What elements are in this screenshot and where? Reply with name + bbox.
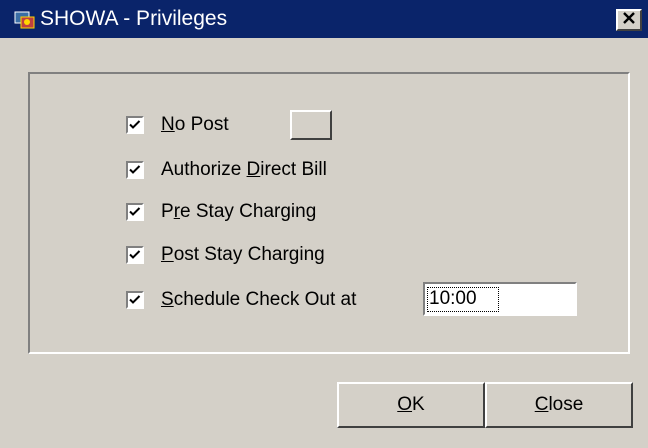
option-no-post[interactable]: No Post — [126, 112, 229, 138]
privileges-dialog: SHOWA - Privileges No Post Authorize Dir… — [0, 0, 648, 448]
option-schedule-check-out[interactable]: Schedule Check Out at — [126, 287, 356, 313]
authorize-direct-bill-label: Authorize Direct Bill — [161, 159, 327, 180]
pre-stay-charging-label: Pre Stay Charging — [161, 201, 317, 222]
title-bar[interactable]: SHOWA - Privileges — [0, 0, 648, 38]
checkmark-icon — [129, 165, 141, 174]
option-pre-stay-charging[interactable]: Pre Stay Charging — [126, 199, 316, 225]
checkmark-icon — [129, 250, 141, 259]
schedule-check-out-checkbox[interactable] — [126, 291, 144, 309]
authorize-direct-bill-checkbox[interactable] — [126, 161, 144, 179]
close-button[interactable]: Close — [485, 382, 633, 428]
post-stay-charging-label: Post Stay Charging — [161, 244, 325, 265]
check-out-time-input[interactable] — [423, 282, 577, 316]
checkmark-icon — [129, 120, 141, 129]
close-icon — [622, 11, 636, 29]
no-post-details-button[interactable] — [290, 110, 332, 140]
no-post-checkbox[interactable] — [126, 116, 144, 134]
checkmark-icon — [129, 207, 141, 216]
option-authorize-direct-bill[interactable]: Authorize Direct Bill — [126, 157, 327, 183]
no-post-label: No Post — [161, 114, 229, 135]
ok-button[interactable]: OK — [337, 382, 485, 428]
pre-stay-charging-checkbox[interactable] — [126, 203, 144, 221]
schedule-check-out-label: Schedule Check Out at — [161, 289, 357, 310]
post-stay-charging-checkbox[interactable] — [126, 246, 144, 264]
close-window-button[interactable] — [616, 9, 642, 31]
window-title: SHOWA - Privileges — [40, 7, 228, 30]
app-icon — [14, 10, 36, 30]
option-post-stay-charging[interactable]: Post Stay Charging — [126, 242, 325, 268]
checkmark-icon — [129, 295, 141, 304]
